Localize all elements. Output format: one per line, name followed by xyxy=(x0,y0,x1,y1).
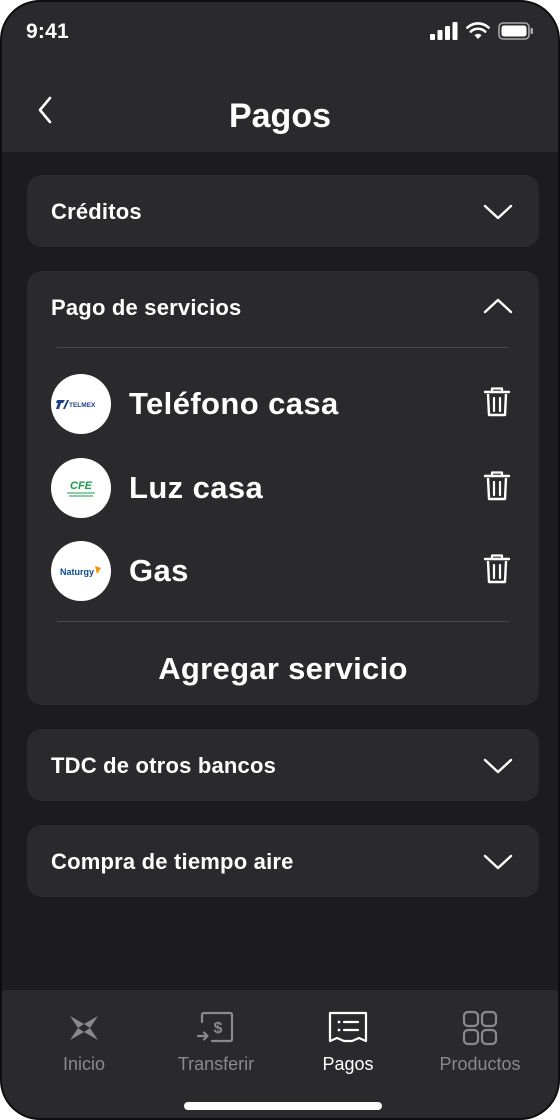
service-name: Gas xyxy=(129,553,189,588)
tab-pagos[interactable]: Pagos xyxy=(283,1004,413,1078)
wifi-icon xyxy=(466,22,490,39)
tab-transferir[interactable]: $ Transferir xyxy=(151,1004,281,1078)
section-creditos-title: Créditos xyxy=(51,199,142,224)
tab-bar: Inicio $ Transferir Pagos Productos xyxy=(2,990,558,1118)
svg-text:Naturgy: Naturgy xyxy=(60,567,94,577)
tab-productos[interactable]: Productos xyxy=(415,1004,545,1078)
service-row-luz-casa[interactable]: CFE Luz casa xyxy=(27,456,539,520)
tab-label: Inicio xyxy=(62,1054,106,1074)
service-name: Teléfono casa xyxy=(129,386,339,421)
service-row-gas[interactable]: Naturgy Gas xyxy=(27,539,539,603)
section-tdc-header[interactable]: TDC de otros bancos xyxy=(27,729,539,801)
status-icons xyxy=(430,22,534,40)
tab-label: Pagos xyxy=(322,1054,374,1074)
signal-icon xyxy=(430,22,458,40)
section-tdc: TDC de otros bancos xyxy=(27,729,539,801)
section-tiempo-aire-title: Compra de tiempo aire xyxy=(51,849,294,874)
service-name: Luz casa xyxy=(129,470,264,505)
trash-icon[interactable] xyxy=(483,386,511,418)
page-title: Pagos xyxy=(228,97,332,135)
status-time: 9:41 xyxy=(26,20,69,43)
home-indicator xyxy=(184,1102,382,1110)
tab-label: Productos xyxy=(439,1054,521,1074)
section-tdc-title: TDC de otros bancos xyxy=(51,753,277,778)
home-logo-icon xyxy=(70,1016,98,1040)
chevron-up-icon xyxy=(483,298,513,314)
chevron-down-icon xyxy=(483,854,513,870)
tab-inicio[interactable]: Inicio xyxy=(19,1004,149,1078)
phone-screen: 9:41 Pagos Créditos Pago de servicios TE… xyxy=(0,0,560,1120)
trash-icon[interactable] xyxy=(483,470,511,502)
section-pago-servicios-header[interactable]: Pago de servicios xyxy=(27,271,539,343)
section-tiempo-aire-header[interactable]: Compra de tiempo aire xyxy=(27,825,539,897)
add-service-button[interactable]: Agregar servicio xyxy=(27,651,539,687)
cfe-logo: CFE xyxy=(51,458,111,518)
chevron-down-icon xyxy=(483,758,513,774)
grid-icon xyxy=(462,1010,498,1046)
section-creditos: Créditos xyxy=(27,175,539,247)
svg-text:TELMEX: TELMEX xyxy=(69,402,96,409)
naturgy-logo: Naturgy xyxy=(51,541,111,601)
tab-label: Transferir xyxy=(177,1054,255,1074)
divider xyxy=(57,621,509,622)
chevron-down-icon xyxy=(483,204,513,220)
svg-text:$: $ xyxy=(214,1020,223,1037)
section-tiempo-aire: Compra de tiempo aire xyxy=(27,825,539,897)
svg-text:CFE: CFE xyxy=(70,480,93,492)
trash-icon[interactable] xyxy=(483,553,511,585)
header: 9:41 Pagos xyxy=(2,2,558,152)
transfer-icon: $ xyxy=(196,1011,234,1043)
section-pago-servicios: Pago de servicios TELMEX Teléfono casa C… xyxy=(27,271,539,705)
battery-icon xyxy=(498,22,533,40)
telmex-logo: TELMEX xyxy=(51,374,111,434)
status-bar: 9:41 xyxy=(2,2,558,62)
service-row-telefono-casa[interactable]: TELMEX Teléfono casa xyxy=(27,372,539,436)
section-creditos-header[interactable]: Créditos xyxy=(27,175,539,247)
receipt-icon xyxy=(328,1011,368,1043)
divider xyxy=(57,347,509,348)
section-pago-servicios-title: Pago de servicios xyxy=(51,295,242,320)
